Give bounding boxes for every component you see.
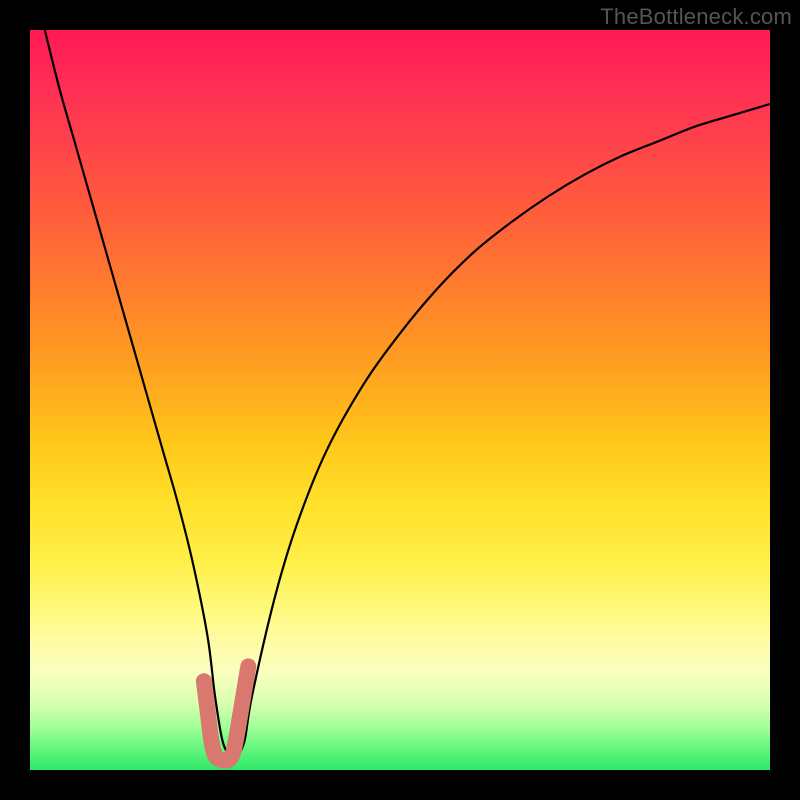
watermark-text: TheBottleneck.com	[600, 4, 792, 30]
plot-area	[30, 30, 770, 770]
valley-highlight	[204, 666, 248, 760]
curve-layer	[30, 30, 770, 770]
chart-frame: TheBottleneck.com	[0, 0, 800, 800]
bottleneck-curve	[45, 30, 770, 757]
